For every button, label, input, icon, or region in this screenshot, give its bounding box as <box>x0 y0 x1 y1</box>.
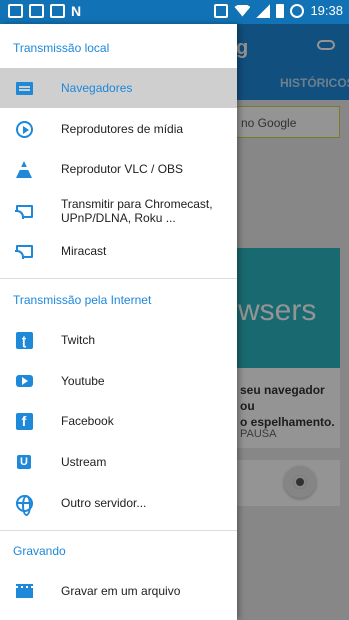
drawer-item-navegadores[interactable]: Navegadores <box>0 68 237 108</box>
drawer-item-outro-servidor[interactable]: Outro servidor... <box>0 483 237 523</box>
drawer-item-label: Transmitir para Chromecast, UPnP/DLNA, R… <box>61 197 213 225</box>
wifi-icon <box>234 4 251 17</box>
drawer-item-label: Navegadores <box>61 81 133 95</box>
n-notification-icon: N <box>71 3 82 19</box>
drawer-item-label: Facebook <box>61 414 114 428</box>
status-time: 19:38 <box>310 3 343 18</box>
drawer-item-miracast[interactable]: Miracast <box>0 231 237 271</box>
section-header-internet: Transmissão pela Internet <box>13 293 152 307</box>
app-notification-icon <box>50 4 65 18</box>
drawer-item-gravar-arquivo[interactable]: Gravar em um arquivo <box>0 571 237 611</box>
drawer-item-label: Miracast <box>61 244 107 258</box>
cast-status-icon <box>214 3 229 18</box>
divider <box>0 278 237 279</box>
drawer-item-label: Outro servidor... <box>61 496 147 510</box>
drawer-item-youtube[interactable]: Youtube <box>0 361 237 401</box>
globe-icon <box>15 494 33 516</box>
section-header-gravando: Gravando <box>13 544 66 558</box>
ustream-icon: U <box>15 453 33 471</box>
divider <box>0 530 237 531</box>
drawer-item-facebook[interactable]: f Facebook <box>0 401 237 441</box>
battery-icon <box>276 3 285 18</box>
play-circle-icon <box>15 120 33 138</box>
alarm-icon <box>290 3 305 18</box>
drawer-item-twitch[interactable]: ʈ Twitch <box>0 320 237 360</box>
clapperboard-icon <box>15 582 33 600</box>
drawer-item-label: Youtube <box>61 374 105 388</box>
twitch-icon: ʈ <box>15 331 33 349</box>
drawer-item-vlc-obs[interactable]: Reprodutor VLC / OBS <box>0 149 237 189</box>
drawer-item-label: Reprodutores de mídia <box>61 122 184 136</box>
cast-icon <box>14 202 33 220</box>
gmail-icon <box>8 4 23 18</box>
drawer-item-label: Gravar em um arquivo <box>61 584 181 598</box>
drawer-item-label: Ustream <box>61 455 107 469</box>
signal-icon <box>256 3 271 18</box>
facebook-icon: f <box>15 412 33 430</box>
drawer-item-ustream[interactable]: U Ustream <box>0 442 237 482</box>
navigation-drawer: Transmissão local Navegadores Reprodutor… <box>0 24 237 620</box>
drawer-item-chromecast[interactable]: Transmitir para Chromecast, UPnP/DLNA, R… <box>0 190 237 232</box>
gmail-icon <box>29 4 44 18</box>
drawer-item-label: Twitch <box>61 333 96 347</box>
vlc-cone-icon <box>15 160 33 178</box>
drawer-item-label: Reprodutor VLC / OBS <box>61 162 184 176</box>
section-header-local: Transmissão local <box>13 41 110 55</box>
cast-icon <box>14 242 33 260</box>
youtube-icon <box>15 372 33 390</box>
drawer-item-reprodutores[interactable]: Reprodutores de mídia <box>0 109 237 149</box>
status-bar: N 19:38 <box>0 0 349 24</box>
browser-icon <box>15 79 33 97</box>
